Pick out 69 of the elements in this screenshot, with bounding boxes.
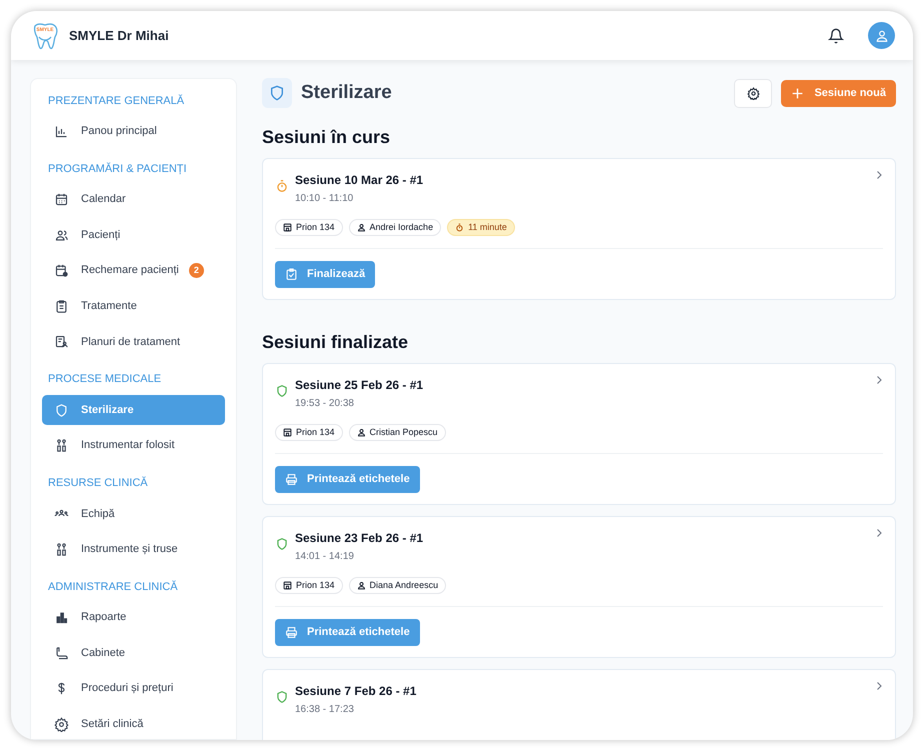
person-icon (356, 428, 366, 437)
sidebar-item[interactable]: Instrumente și truse (42, 534, 225, 564)
sidebar-item[interactable]: Rechemare pacienți 2 (42, 256, 225, 286)
section-heading: PROGRAMĂRI & PACIENȚI (47, 162, 188, 177)
sidebar-item[interactable]: Panou principal (42, 116, 225, 146)
sidebar-item[interactable]: Calendar (42, 184, 225, 214)
section-heading: RESURSE CLINICĂ (47, 476, 149, 491)
person-icon (356, 581, 366, 590)
user-avatar[interactable] (868, 22, 895, 49)
tools-icon (54, 438, 69, 454)
device-tag: Prion 134 (275, 219, 343, 236)
shield-icon (275, 537, 289, 551)
device-icon (283, 581, 292, 590)
person-tag: Andrei Iordache (348, 219, 442, 236)
plus-icon (791, 86, 804, 100)
session-time: 19:53 - 20:38 (295, 397, 355, 411)
sidebar-item[interactable]: Echipă (42, 499, 225, 529)
sidebar-item[interactable]: Rapoarte (42, 602, 225, 632)
person-tag: Cristian Popescu (348, 424, 446, 441)
sidebar-item[interactable]: Instrumentar folosit (42, 430, 225, 460)
session-title: Sesiune 23 Feb 26 - #1 (295, 530, 424, 547)
shield-icon (262, 78, 292, 108)
timer-icon (275, 179, 289, 193)
session-title: Sesiune 10 Mar 26 - #1 (295, 172, 424, 189)
section-title: Sesiuni în curs (262, 126, 392, 148)
count-badge: 2 (188, 263, 204, 278)
session-title: Sesiune 7 Feb 26 - #1 (295, 683, 416, 700)
bell-icon[interactable] (828, 28, 844, 44)
brand-name: SMYLE Dr Mihai (69, 26, 169, 45)
person-icon (356, 223, 366, 232)
device-icon (283, 428, 292, 437)
people-icon (54, 228, 69, 243)
calendar-clock-icon (54, 263, 69, 278)
device-icon (283, 223, 292, 232)
sidebar-item[interactable]: Cabinete (42, 638, 225, 668)
session-time: 10:10 - 11:10 (295, 192, 354, 206)
page-title: Sterilizare (301, 80, 392, 105)
gear-icon (746, 86, 760, 100)
section-heading: PREZENTARE GENERALĂ (47, 94, 186, 109)
calendar-icon (54, 192, 69, 208)
device-tag: Prion 134 (275, 577, 343, 594)
timer-icon (455, 223, 464, 232)
clipboard-icon (54, 298, 69, 314)
duration-tag: 11 minute (447, 219, 515, 236)
settings-icon (54, 716, 69, 732)
section-heading: ADMINISTRARE CLINICĂ (47, 580, 179, 595)
checklist-icon (285, 268, 298, 281)
printer-icon (285, 473, 298, 486)
session-time: 14:01 - 14:19 (295, 550, 355, 564)
shield-icon (54, 402, 69, 418)
section-title: Sesiuni finalizate (262, 330, 410, 354)
person-tag: Diana Andreescu (348, 577, 446, 594)
document-person-icon (54, 334, 69, 350)
printer-icon (285, 626, 298, 639)
tools-icon (54, 542, 69, 557)
sidebar-item[interactable]: Pacienți (42, 220, 225, 250)
device-tag: Prion 134 (275, 424, 343, 441)
sidebar-item[interactable]: Proceduri și prețuri (42, 674, 225, 704)
session-time: 16:38 - 17:23 (295, 703, 355, 717)
sidebar-item[interactable]: Planuri de tratament (42, 327, 225, 357)
sidebar-item[interactable]: Setări clinică (42, 709, 225, 739)
section-heading: PROCESE MEDICALE (47, 372, 162, 388)
chart-icon (54, 124, 69, 139)
shield-icon (275, 384, 289, 398)
settings-button[interactable] (734, 78, 772, 108)
bar-chart-icon (54, 610, 69, 626)
session-title: Sesiune 25 Feb 26 - #1 (295, 377, 424, 394)
shield-icon (275, 690, 289, 704)
sidebar-item[interactable]: Tratamente (42, 292, 225, 322)
